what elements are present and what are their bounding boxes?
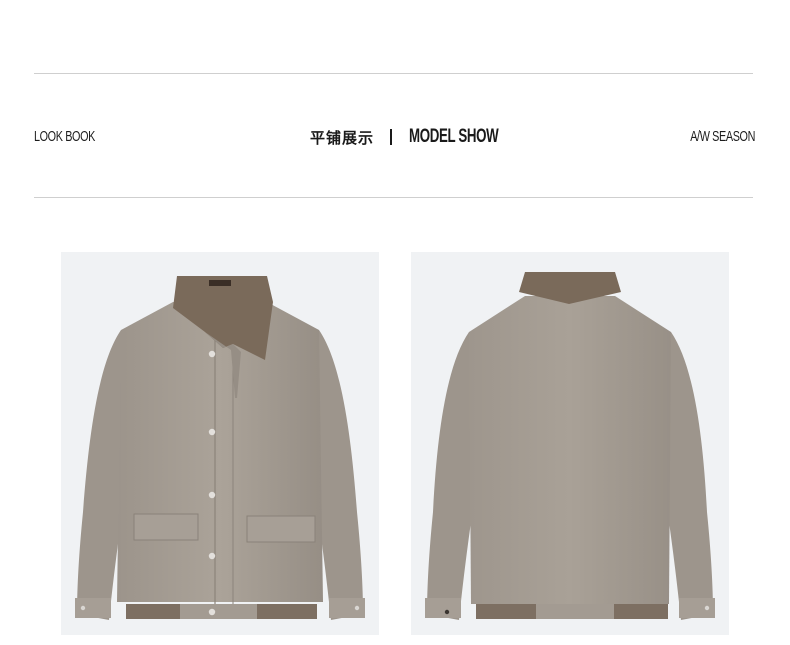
title-separator [390, 129, 393, 145]
jacket-front-image [61, 252, 379, 635]
section-header: LOOK BOOK 平铺展示 MODEL SHOW A/W SEASON [34, 124, 755, 150]
look-book-label: LOOK BOOK [34, 128, 95, 145]
season-label: A/W SEASON [690, 128, 755, 145]
section-title: 平铺展示 MODEL SHOW [310, 124, 537, 150]
jacket-back-image [411, 252, 729, 635]
section-title-cn: 平铺展示 [310, 128, 375, 147]
bottom-divider [34, 197, 753, 198]
top-divider [34, 73, 753, 74]
section-title-en: MODEL SHOW [409, 126, 499, 147]
